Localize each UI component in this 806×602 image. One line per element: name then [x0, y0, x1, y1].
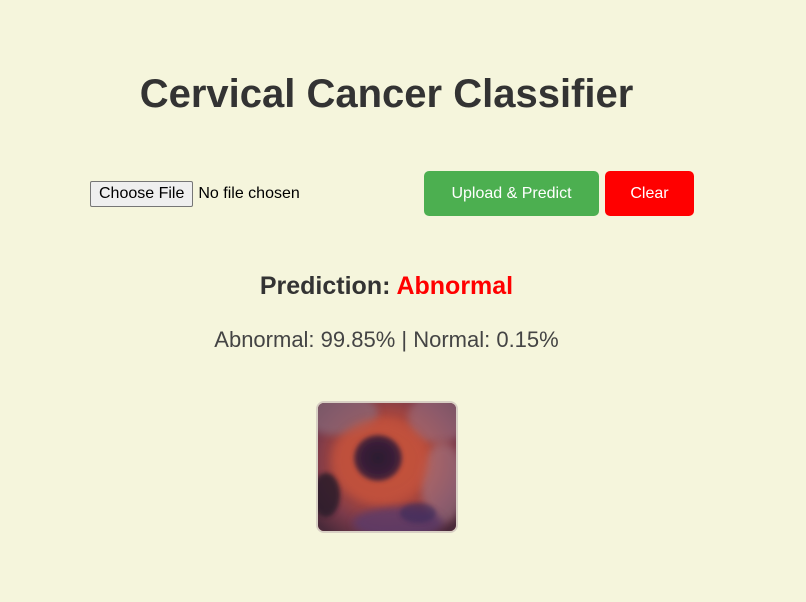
uploaded-cell-image	[316, 401, 458, 533]
clear-button[interactable]: Clear	[605, 171, 694, 216]
prediction-label: Prediction:	[259, 272, 391, 300]
file-input[interactable]: Choose File No file chosen	[90, 181, 300, 207]
probabilities-text: Abnormal: 99.85% | Normal: 0.15%	[214, 327, 559, 352]
prediction-result: Prediction: Abnormal	[0, 270, 773, 302]
choose-file-button[interactable]: Choose File	[90, 181, 194, 207]
file-status-text: No file chosen	[198, 185, 300, 202]
prediction-value: Abnormal	[396, 272, 514, 300]
page-title: Cervical Cancer Classifier	[139, 72, 634, 116]
upload-predict-button[interactable]: Upload & Predict	[424, 171, 599, 216]
